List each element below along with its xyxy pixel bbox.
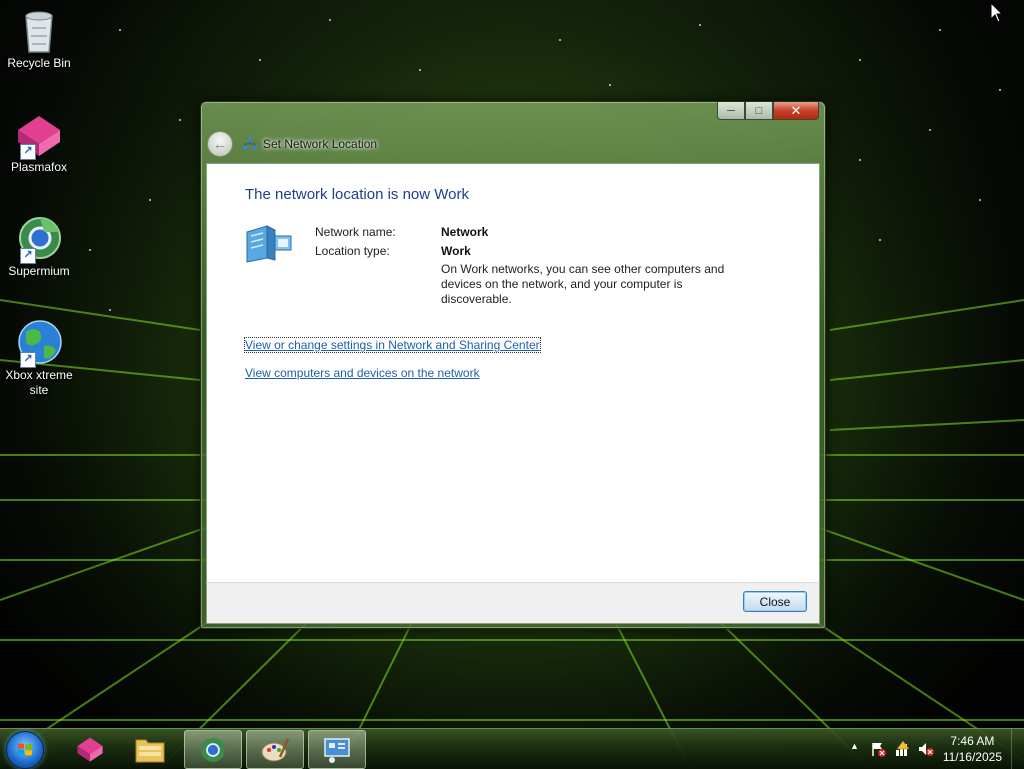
- page-heading: The network location is now Work: [245, 186, 469, 203]
- close-button[interactable]: Close: [743, 591, 807, 612]
- file-explorer-icon: [135, 739, 165, 762]
- caption-buttons: ─ □ ✕: [717, 102, 819, 121]
- taskbar-file-explorer[interactable]: [122, 730, 178, 767]
- taskbar-clock[interactable]: 7:46 AM 11/16/2025: [943, 733, 1002, 765]
- show-desktop-button[interactable]: [1011, 729, 1024, 769]
- desktop-icon-label: Xbox xtreme site: [5, 368, 73, 397]
- plasmafox-icon: [77, 737, 103, 762]
- location-type-label: Location type:: [315, 244, 390, 258]
- shortcut-arrow-icon: ↗: [20, 352, 36, 368]
- back-arrow-icon: ←: [213, 136, 227, 152]
- close-icon: ✕: [790, 102, 802, 118]
- network-location-icon: [245, 224, 293, 264]
- minimize-button[interactable]: ─: [717, 102, 745, 120]
- mouse-cursor-icon: [990, 2, 1004, 23]
- desktop-icon-plasmafox[interactable]: ↗ Plasmafox: [2, 110, 76, 175]
- network-title-icon: [242, 136, 258, 152]
- desktop-icon-supermium[interactable]: ↗ Supermium: [2, 214, 76, 279]
- plasmafox-icon: ↗: [14, 110, 64, 160]
- network-sharing-center-link[interactable]: View or change settings in Network and S…: [244, 337, 541, 353]
- shortcut-arrow-icon: ↗: [20, 144, 36, 160]
- location-type-value: Work: [441, 244, 471, 258]
- desktop-icon-label: Recycle Bin: [7, 56, 71, 70]
- dialog-footer: Close: [206, 582, 820, 624]
- desktop-icon-recycle-bin[interactable]: Recycle Bin: [2, 6, 76, 71]
- desktop-icon-label: Plasmafox: [10, 160, 68, 174]
- window-title: Set Network Location: [263, 137, 378, 151]
- shortcut-arrow-icon: ↗: [20, 248, 36, 264]
- taskbar-network-location[interactable]: [308, 730, 366, 769]
- desktop-icon-label: Supermium: [8, 264, 70, 278]
- system-tray: ▲ 7:46 AM 11/16/2025: [834, 729, 1024, 769]
- show-hidden-icons-arrow[interactable]: ▲: [850, 741, 859, 751]
- globe-icon: ↗: [14, 318, 64, 368]
- window-close-button[interactable]: ✕: [773, 102, 819, 120]
- volume-muted-icon[interactable]: [918, 741, 934, 757]
- supermium-icon: [201, 737, 225, 762]
- taskbar-plasmafox[interactable]: [62, 730, 118, 767]
- taskbar: ▲ 7:46 AM 11/16/2025: [0, 728, 1024, 769]
- supermium-icon: ↗: [14, 214, 64, 264]
- navigation-bar: ← Set Network Location: [207, 130, 377, 158]
- network-name-value: Network: [441, 225, 489, 239]
- start-button[interactable]: [6, 731, 44, 769]
- minimize-icon: ─: [727, 104, 735, 117]
- view-computers-devices-link[interactable]: View computers and devices on the networ…: [245, 366, 480, 380]
- network-icon[interactable]: [894, 741, 910, 757]
- desktop-icon-xbox-xtreme-site[interactable]: ↗ Xbox xtreme site: [2, 318, 76, 398]
- network-location-icon: [324, 737, 350, 763]
- set-network-location-window: ─ □ ✕ ← Set Network Location The network…: [200, 101, 826, 629]
- maximize-button[interactable]: □: [745, 102, 773, 120]
- paint-icon: [261, 737, 290, 761]
- network-name-label: Network name:: [315, 225, 396, 239]
- back-button[interactable]: ←: [207, 131, 233, 157]
- taskbar-supermium[interactable]: [184, 730, 242, 769]
- maximize-icon: □: [755, 104, 763, 117]
- clock-date: 11/16/2025: [942, 750, 1002, 764]
- recycle-bin-icon: [14, 6, 64, 56]
- content-pane: The network location is now Work Network…: [206, 163, 820, 583]
- location-description: On Work networks, you can see other comp…: [441, 262, 725, 306]
- taskbar-paint[interactable]: [246, 730, 304, 769]
- clock-time: 7:46 AM: [950, 734, 995, 748]
- windows-logo-icon: [18, 743, 32, 756]
- action-center-flag-icon[interactable]: [870, 741, 886, 757]
